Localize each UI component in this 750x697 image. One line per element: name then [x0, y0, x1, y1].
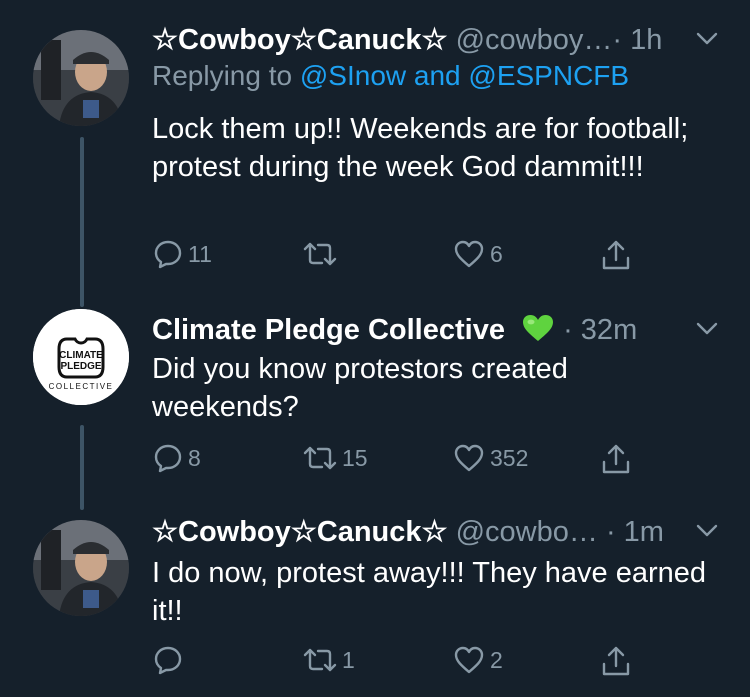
- tweet[interactable]: ☆Cowboy☆Canuck☆ @cowbo… · 1m I do now, p…: [0, 500, 750, 697]
- tweet[interactable]: CLIMATE PLEDGE COLLECTIVE Climate Pledge…: [0, 300, 750, 500]
- reply-icon: [154, 444, 182, 473]
- like-button[interactable]: 2: [452, 644, 503, 676]
- display-name[interactable]: ☆Cowboy☆Canuck☆: [152, 516, 448, 548]
- heart-icon: [454, 646, 484, 674]
- share-icon: [602, 444, 630, 474]
- handle[interactable]: @cowbo…: [456, 516, 598, 548]
- display-name[interactable]: Climate Pledge Collective: [152, 314, 505, 346]
- tweet-header: ☆Cowboy☆Canuck☆ @cowbo… · 1m: [152, 514, 664, 550]
- logo-line-2: PLEDGE: [60, 361, 101, 372]
- like-button[interactable]: 6: [452, 238, 503, 270]
- replying-to: Replying to @SInow and @ESPNCFB: [152, 60, 629, 92]
- timestamp[interactable]: · 32m: [563, 314, 637, 346]
- timestamp[interactable]: · 1m: [606, 516, 664, 548]
- retweet-button[interactable]: [302, 238, 342, 270]
- chevron-down-icon[interactable]: [696, 524, 718, 538]
- action-bar: 1 2: [152, 644, 652, 678]
- climate-pledge-logo: CLIMATE PLEDGE COLLECTIVE: [33, 309, 129, 405]
- tweet-header: Climate Pledge Collective · 32m: [152, 312, 637, 348]
- action-bar: 11 6: [152, 238, 652, 272]
- reply-button[interactable]: 11: [152, 238, 212, 270]
- user-photo-avatar: [33, 520, 129, 616]
- avatar[interactable]: CLIMATE PLEDGE COLLECTIVE: [33, 309, 129, 405]
- retweet-button[interactable]: 1: [302, 644, 355, 676]
- chevron-down-icon[interactable]: [696, 32, 718, 46]
- heart-icon: [454, 444, 484, 472]
- share-icon: [602, 646, 630, 676]
- share-icon: [602, 240, 630, 270]
- avatar[interactable]: [33, 30, 129, 126]
- reply-target-links[interactable]: @SInow and @ESPNCFB: [300, 60, 629, 91]
- logo-line-1: CLIMATE: [59, 350, 103, 361]
- retweet-icon: [303, 648, 337, 672]
- tweet[interactable]: ☆Cowboy☆Canuck☆ @cowboy…· 1h Replying to…: [0, 0, 750, 290]
- handle[interactable]: @cowboy…: [456, 24, 613, 56]
- timestamp[interactable]: · 1h: [612, 24, 662, 56]
- heart-icon: [454, 240, 484, 268]
- like-button[interactable]: 352: [452, 442, 528, 474]
- share-button[interactable]: [600, 442, 632, 476]
- user-photo-avatar: [33, 30, 129, 126]
- retweet-button[interactable]: 15: [302, 442, 368, 474]
- like-count: 2: [490, 646, 503, 673]
- retweet-icon: [303, 446, 337, 470]
- replying-to-label: Replying to: [152, 60, 293, 91]
- reply-count: 8: [188, 444, 201, 471]
- avatar[interactable]: [33, 520, 129, 616]
- retweet-count: 1: [342, 646, 355, 673]
- chevron-down-icon[interactable]: [696, 322, 718, 336]
- logo-line-3: COLLECTIVE: [49, 382, 114, 391]
- reply-icon: [154, 646, 182, 675]
- tweet-text: Did you know protestors created weekends…: [152, 353, 568, 423]
- retweet-count: 15: [342, 444, 368, 471]
- reply-count: 11: [188, 240, 212, 267]
- reply-icon: [154, 240, 182, 269]
- like-count: 352: [490, 444, 529, 471]
- share-button[interactable]: [600, 238, 632, 272]
- display-name[interactable]: ☆Cowboy☆Canuck☆: [152, 24, 448, 56]
- tweet-text: I do now, protest away!!! They have earn…: [152, 557, 707, 627]
- action-bar: 8 15 352: [152, 442, 652, 476]
- tweet-header: ☆Cowboy☆Canuck☆ @cowboy…· 1h: [152, 22, 662, 58]
- reply-button[interactable]: 8: [152, 442, 201, 474]
- share-button[interactable]: [600, 644, 632, 678]
- green-heart-icon: [523, 315, 554, 341]
- retweet-icon: [303, 242, 337, 266]
- reply-button[interactable]: [152, 644, 188, 676]
- like-count: 6: [490, 240, 503, 267]
- tweet-text: Lock them up!! Weekends are for football…: [152, 113, 689, 183]
